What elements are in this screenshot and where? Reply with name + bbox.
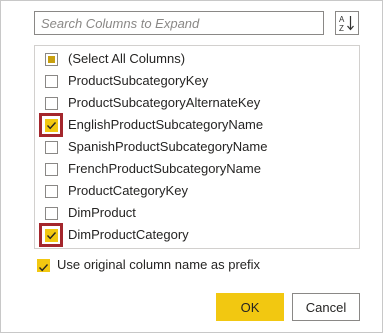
sort-az-icon: A Z bbox=[339, 15, 354, 32]
column-label: DimProductCategory bbox=[68, 227, 189, 242]
ok-button[interactable]: OK bbox=[216, 293, 284, 321]
column-label: ProductSubcategoryAlternateKey bbox=[68, 95, 261, 110]
search-input[interactable] bbox=[35, 12, 323, 34]
column-label: FrenchProductSubcategoryName bbox=[68, 161, 261, 176]
column-label: SpanishProductSubcategoryName bbox=[68, 139, 268, 154]
checkmark-icon bbox=[38, 264, 49, 272]
column-checkbox[interactable] bbox=[45, 141, 58, 154]
column-checkbox[interactable] bbox=[45, 53, 58, 66]
sort-letter-z: Z bbox=[339, 24, 344, 32]
column-list-item[interactable]: DimProduct bbox=[35, 202, 359, 224]
column-label: ProductSubcategoryKey bbox=[68, 73, 209, 88]
column-list-item[interactable]: ProductCategoryKey bbox=[35, 180, 359, 202]
sort-letter-a: A bbox=[339, 15, 345, 24]
column-checkbox[interactable] bbox=[45, 185, 58, 198]
column-label: DimProduct bbox=[68, 205, 136, 220]
search-box[interactable] bbox=[34, 11, 324, 35]
column-label: EnglishProductSubcategoryName bbox=[68, 117, 264, 132]
selection-highlight bbox=[39, 223, 63, 247]
column-list-item[interactable]: SpanishProductSubcategoryName bbox=[35, 136, 359, 158]
column-list-item[interactable]: DimProductCategory bbox=[35, 223, 359, 247]
prefix-label: Use original column name as prefix bbox=[57, 257, 261, 272]
column-checkbox[interactable] bbox=[45, 75, 58, 88]
column-list-item[interactable]: ProductSubcategoryKey bbox=[35, 70, 359, 92]
column-label: (Select All Columns) bbox=[68, 51, 186, 66]
column-checkbox[interactable] bbox=[45, 163, 58, 176]
column-list-item[interactable]: (Select All Columns) bbox=[35, 48, 359, 70]
column-checkbox[interactable] bbox=[45, 97, 58, 110]
column-list-item[interactable]: EnglishProductSubcategoryName bbox=[35, 113, 359, 137]
expand-columns-dialog: A Z (Select All Columns) ProductSubcatego… bbox=[0, 0, 383, 333]
cancel-button[interactable]: Cancel bbox=[292, 293, 360, 321]
column-list-item[interactable]: ProductSubcategoryAlternateKey bbox=[35, 92, 359, 114]
selection-highlight bbox=[39, 113, 63, 137]
column-checkbox[interactable] bbox=[45, 207, 58, 220]
column-list-item[interactable]: FrenchProductSubcategoryName bbox=[35, 158, 359, 180]
prefix-checkbox[interactable] bbox=[37, 259, 50, 272]
column-list[interactable]: (Select All Columns) ProductSubcategoryKe… bbox=[34, 45, 360, 249]
sort-button[interactable]: A Z bbox=[335, 11, 359, 35]
column-label: ProductCategoryKey bbox=[68, 183, 188, 198]
